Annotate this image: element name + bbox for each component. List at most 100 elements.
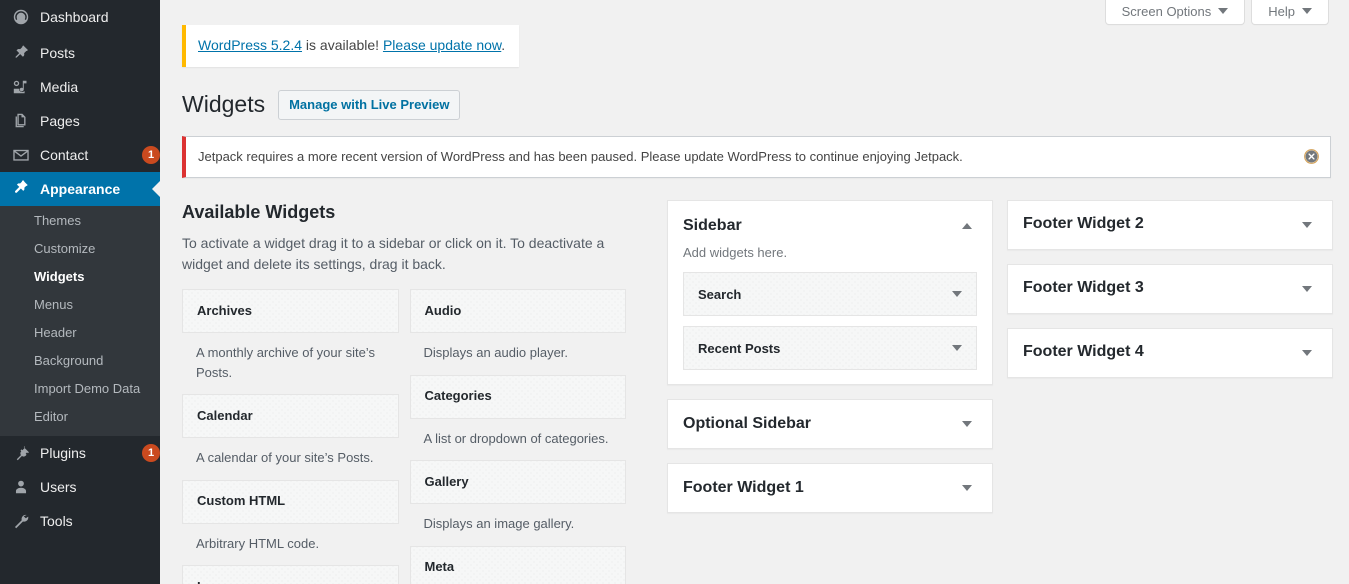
sidebar-panel-header[interactable]: Footer Widget 1 <box>668 464 992 512</box>
sidebar-item-contact[interactable]: Contact 1 <box>0 138 160 172</box>
sidebar-panel-widgets: Search Recent Posts <box>668 272 992 384</box>
sidebar-item-users[interactable]: Users <box>0 470 160 504</box>
sidebar-widget-recent-posts[interactable]: Recent Posts <box>683 326 977 371</box>
sidebar-panel-optional-sidebar: Optional Sidebar <box>667 399 993 450</box>
chevron-down-icon[interactable] <box>1297 215 1317 235</box>
available-widgets-heading: Available Widgets <box>182 201 336 222</box>
chevron-down-icon[interactable] <box>952 345 962 352</box>
brush-icon <box>11 179 31 199</box>
submenu-item-editor[interactable]: Editor <box>0 403 160 431</box>
sidebar-panel-header[interactable]: Footer Widget 2 <box>1008 201 1332 249</box>
pages-icon <box>11 111 31 131</box>
widget-entry: Meta <box>409 545 638 584</box>
submenu-item-themes[interactable]: Themes <box>0 207 160 235</box>
sidebar-panel-header[interactable]: Footer Widget 4 <box>1008 329 1332 377</box>
chevron-down-icon[interactable] <box>957 414 977 434</box>
wp-admin-screen: Dashboard Posts Media Pages Contact 1 Ap… <box>0 0 1349 584</box>
chevron-down-icon <box>1218 8 1229 14</box>
widget-title: Calendar <box>197 407 253 423</box>
contact-badge: 1 <box>142 146 160 164</box>
jetpack-notice: Jetpack requires a more recent version o… <box>182 135 1331 178</box>
chevron-up-icon[interactable] <box>957 216 977 236</box>
sidebar-widget-title: Search <box>698 286 742 302</box>
sidebar-item-label: Plugins <box>40 445 86 461</box>
sidebar-item-label: Media <box>40 79 79 95</box>
sidebar-panel-header[interactable]: Footer Widget 3 <box>1008 265 1332 313</box>
widget-card-image[interactable]: Image <box>182 565 399 584</box>
submenu-item-background[interactable]: Background <box>0 347 160 375</box>
admin-sidebar-menu: Dashboard Posts Media Pages Contact 1 Ap… <box>0 0 160 584</box>
sidebar-panel-header[interactable]: Sidebar <box>668 201 992 237</box>
sidebar-panel-footer-widget-4: Footer Widget 4 <box>1007 327 1333 378</box>
chevron-down-icon[interactable] <box>1297 279 1317 299</box>
widget-title: Custom HTML <box>197 493 286 509</box>
sidebar-item-label: Users <box>40 479 77 495</box>
sidebars-column-two: Footer Widget 2 Footer Widget 3 Footer W… <box>1007 199 1333 584</box>
sidebar-item-pages[interactable]: Pages <box>0 104 160 138</box>
submenu-item-widgets[interactable]: Widgets <box>0 263 160 291</box>
sidebar-panel-title: Sidebar <box>683 216 742 234</box>
chevron-down-icon[interactable] <box>1297 343 1317 363</box>
widget-entry: Categories A list or dropdown of categor… <box>409 374 638 461</box>
sidebar-item-label: Posts <box>40 45 76 61</box>
sidebar-item-appearance[interactable]: Appearance <box>0 172 160 206</box>
available-widgets-description: To activate a widget drag it to a sideba… <box>182 234 605 273</box>
widget-entry: Gallery Displays an image gallery. <box>409 460 638 546</box>
sidebar-item-plugins[interactable]: Plugins 1 <box>0 436 160 470</box>
widget-title: Archives <box>197 302 252 318</box>
sidebar-panel-title: Footer Widget 4 <box>1023 343 1144 361</box>
chevron-down-icon <box>1302 8 1312 14</box>
screen-options-label: Screen Options <box>1121 3 1212 19</box>
user-icon <box>11 477 31 497</box>
widget-title: Gallery <box>424 473 469 489</box>
main-content-area: Screen Options Help WordPress 5.2.4 is a… <box>160 0 1349 584</box>
plug-icon <box>11 443 31 463</box>
sidebar-item-posts[interactable]: Posts <box>0 36 160 70</box>
widget-entry: Calendar A calendar of your site’s Posts… <box>182 394 410 480</box>
widget-description: A calendar of your site’s Posts. <box>196 450 374 466</box>
widget-title: Audio <box>424 302 462 318</box>
sidebar-item-media[interactable]: Media <box>0 70 160 104</box>
widget-card-meta[interactable]: Meta <box>409 545 626 584</box>
widget-card-audio[interactable]: Audio <box>409 289 626 334</box>
help-button[interactable]: Help <box>1251 0 1329 25</box>
submenu-item-import-demo-data[interactable]: Import Demo Data <box>0 375 160 403</box>
sidebar-panel-title: Optional Sidebar <box>683 415 812 433</box>
sidebar-panel-title: Footer Widget 2 <box>1023 215 1144 233</box>
widget-entry: Audio Displays an audio player. <box>409 289 638 375</box>
manage-with-live-preview-button[interactable]: Manage with Live Preview <box>278 89 461 120</box>
notice-dismiss-button[interactable] <box>1298 144 1324 170</box>
chevron-down-icon[interactable] <box>957 478 977 498</box>
available-widgets-column-left: Archives A monthly archive of your site’… <box>182 289 410 584</box>
screen-options-button[interactable]: Screen Options <box>1104 0 1246 25</box>
sidebar-panel-title: Footer Widget 1 <box>683 479 804 497</box>
submenu-item-header[interactable]: Header <box>0 319 160 347</box>
sidebar-item-label: Dashboard <box>40 9 109 25</box>
wordpress-version-link[interactable]: WordPress 5.2.4 <box>198 37 302 53</box>
widget-card-archives[interactable]: Archives <box>182 289 399 334</box>
widget-description: A list or dropdown of categories. <box>423 430 609 446</box>
widget-card-gallery[interactable]: Gallery <box>409 460 626 505</box>
please-update-now-link[interactable]: Please update now <box>383 37 501 53</box>
widget-description: Displays an audio player. <box>423 345 569 361</box>
wrench-icon <box>11 511 31 531</box>
close-circle-icon <box>1303 149 1319 164</box>
widget-title: Image <box>197 579 235 584</box>
sidebar-panel-sidebar: Sidebar Add widgets here. Search Recent … <box>667 199 993 386</box>
sidebar-panel-header[interactable]: Optional Sidebar <box>668 400 992 448</box>
update-nag: WordPress 5.2.4 is available! Please upd… <box>182 25 520 67</box>
sidebar-item-dashboard[interactable]: Dashboard <box>0 0 160 34</box>
sidebar-item-tools[interactable]: Tools <box>0 504 160 538</box>
submenu-item-menus[interactable]: Menus <box>0 291 160 319</box>
widget-card-categories[interactable]: Categories <box>409 374 626 419</box>
widget-card-calendar[interactable]: Calendar <box>182 394 399 439</box>
update-nag-trailing: . <box>501 37 506 53</box>
submenu-item-customize[interactable]: Customize <box>0 235 160 263</box>
available-widgets-column-right: Audio Displays an audio player. Categori… <box>409 289 638 584</box>
sidebar-widget-search[interactable]: Search <box>683 272 977 317</box>
help-label: Help <box>1268 3 1295 19</box>
jetpack-notice-text: Jetpack requires a more recent version o… <box>198 148 963 164</box>
sidebars-area: Sidebar Add widgets here. Search Recent … <box>637 199 1333 584</box>
widget-card-custom-html[interactable]: Custom HTML <box>182 479 399 524</box>
chevron-down-icon[interactable] <box>952 291 962 298</box>
